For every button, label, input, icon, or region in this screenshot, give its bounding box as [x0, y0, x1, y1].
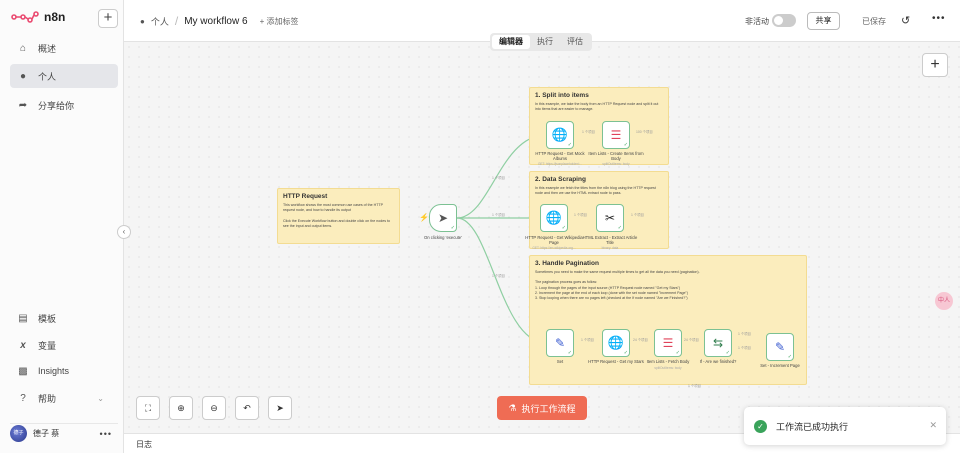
node-label: HTTP Request - Get Mock Albums	[535, 151, 585, 161]
check-icon: ✓	[675, 350, 680, 356]
flask-icon: ⚗	[508, 402, 517, 413]
toast-message: 工作流已成功执行	[776, 421, 849, 432]
zoom-out-button[interactable]: ⊖	[202, 396, 226, 420]
zoom-in-button[interactable]: ⊕	[169, 396, 193, 420]
node-create-items[interactable]: ☰ ✓	[602, 121, 630, 149]
pointer-icon: ➤	[276, 402, 284, 413]
node-set[interactable]: ✎ ✓	[546, 329, 574, 357]
sticky-note-http[interactable]: HTTP Request This workflow shows the mos…	[277, 188, 400, 244]
edge-label: 1 个项目	[581, 338, 594, 342]
globe-icon: 🌐	[607, 335, 625, 350]
reset-zoom-button[interactable]: ↶	[235, 396, 259, 420]
list-icon: ☰	[610, 128, 622, 142]
fit-view-button[interactable]: ⛶	[136, 396, 160, 420]
check-icon: ✓	[567, 142, 572, 148]
node-get-wikipedia[interactable]: 🌐 ✓	[540, 204, 568, 232]
check-icon: ✓	[617, 225, 622, 231]
edge-label: 1 个项目	[582, 130, 595, 134]
node-increment-page[interactable]: ✎ ✓	[766, 333, 794, 361]
check-icon: ✓	[623, 142, 628, 148]
check-icon: ✓	[725, 350, 730, 356]
execute-label: 执行工作流程	[521, 403, 576, 414]
scissors-icon: ✂	[604, 211, 616, 225]
pencil-icon: ✎	[774, 340, 786, 354]
check-circle-icon: ✓	[754, 419, 767, 433]
node-subtitle: GET: https://jsonplaceholder.t...	[537, 162, 583, 166]
node-trigger[interactable]: ➤ ✓	[429, 204, 457, 232]
node-get-albums[interactable]: 🌐 ✓	[546, 121, 574, 149]
node-subtitle: GET: https://en.wikipedia.org...	[532, 246, 576, 250]
check-icon: ✓	[787, 354, 792, 360]
edge-label: 1 个项目	[492, 176, 505, 180]
lightning-icon: ⚡	[419, 213, 429, 222]
node-fetch-body[interactable]: ☰ ✓	[654, 329, 682, 357]
sticky-title: HTTP Request	[283, 193, 328, 200]
sticky-body: Sometimes you need to make the same requ…	[535, 270, 700, 301]
globe-icon: 🌐	[551, 127, 569, 142]
list-icon: ☰	[662, 336, 674, 350]
check-icon: ✓	[450, 225, 455, 231]
if-icon: ⇆	[712, 336, 724, 350]
sticky-title: 2. Data Scraping	[535, 176, 586, 183]
node-subtitle: splitOutItems: body	[602, 162, 630, 166]
close-icon[interactable]: ✕	[929, 420, 937, 431]
undo-icon: ↶	[243, 402, 251, 413]
edge-label: 1 个项目	[738, 332, 751, 336]
connections	[456, 134, 804, 384]
assistant-float-icon[interactable]: 中人	[935, 292, 953, 310]
edge-label: 1 个项目	[492, 274, 505, 278]
sticky-title: 3. Handle Pagination	[535, 260, 599, 267]
tidy-up-button[interactable]: ➤	[268, 396, 292, 420]
log-label: 日志	[136, 440, 152, 449]
node-subtitle: binary: data	[601, 246, 619, 250]
zoom-out-icon: ⊖	[210, 402, 218, 413]
node-label: HTTP Request - Get Wikipedia Page	[525, 235, 583, 245]
node-label: Item Lists - Create Items from Body	[588, 151, 644, 161]
zoom-in-icon: ⊕	[177, 402, 185, 413]
sticky-body: In this example we fetch the titles from…	[535, 186, 656, 196]
edge-label: 100 个项目	[636, 130, 653, 134]
edge-label: 1 个项目	[574, 213, 587, 217]
node-label: HTML Extract - Extract Article Title	[582, 235, 638, 245]
node-label: If - Are we finished?	[699, 359, 737, 364]
pencil-icon: ✎	[554, 336, 566, 350]
check-icon: ✓	[561, 225, 566, 231]
node-label: Set - Increment Page	[760, 363, 800, 368]
edge-label: 24 个项目	[684, 338, 699, 342]
edge-label: 1 个项目	[631, 213, 644, 217]
cursor-icon: ➤	[437, 211, 449, 225]
node-extract-title[interactable]: ✂ ✓	[596, 204, 624, 232]
node-label: On clicking 'execute'	[424, 235, 462, 240]
check-icon: ✓	[623, 350, 628, 356]
sticky-body: In this example, we take the body from a…	[535, 102, 659, 112]
node-label: HTTP Request - Get my Stars	[588, 359, 644, 364]
edge-label: 1 个项目	[738, 346, 751, 350]
edge-label: 1 个项目	[688, 384, 701, 388]
execute-workflow-button[interactable]: ⚗ 执行工作流程	[497, 396, 587, 420]
edge-label: 24 个项目	[633, 338, 648, 342]
node-label: Set	[556, 359, 564, 364]
node-get-stars[interactable]: 🌐 ✓	[602, 329, 630, 357]
node-if-finished[interactable]: ⇆ ✓	[704, 329, 732, 357]
globe-icon: 🌐	[545, 210, 563, 225]
sticky-title: 1. Split into items	[535, 92, 589, 99]
success-toast: ✓ 工作流已成功执行 ✕	[744, 407, 946, 445]
check-icon: ✓	[567, 350, 572, 356]
edge-label: 1 个项目	[492, 213, 505, 217]
app-root: n8n + ⌂ 概述 ● 个人 ➦ 分享给你 ▤ 模板 x 变量 ▩ Insig…	[0, 0, 960, 453]
fit-view-icon: ⛶	[144, 402, 152, 413]
sticky-body: This workflow shows the most common use …	[283, 203, 391, 228]
node-subtitle: splitOutItems: body	[654, 366, 682, 370]
